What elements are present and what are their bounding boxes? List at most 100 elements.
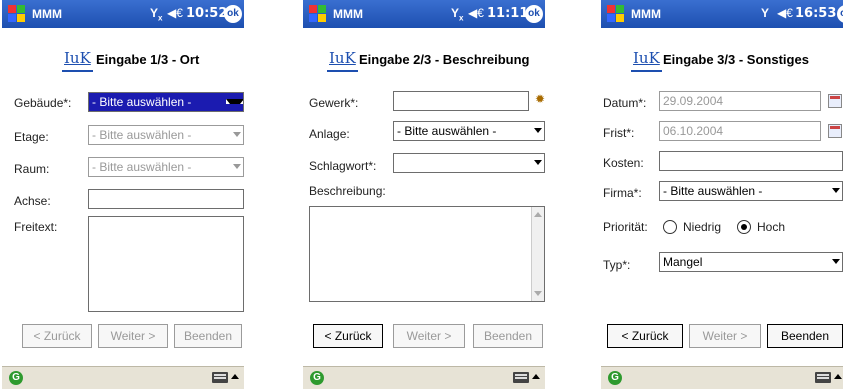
anlage-label: Anlage: <box>309 127 350 141</box>
back-button[interactable]: < Zurück <box>22 324 92 348</box>
typ-value: Mangel <box>663 255 703 269</box>
calendar-icon[interactable] <box>828 94 842 108</box>
ok-button[interactable]: ok <box>525 5 543 23</box>
chevron-down-icon <box>534 128 542 133</box>
niedrig-label[interactable]: Niedrig <box>683 220 721 234</box>
signal-icon[interactable]: Y <box>761 6 769 20</box>
chevron-down-icon <box>534 160 542 165</box>
chevron-down-icon <box>832 259 840 264</box>
ok-button[interactable]: ok <box>224 5 242 23</box>
freitext-textarea[interactable] <box>88 216 244 312</box>
page-header: IuK Eingabe 3/3 - Sonstiges <box>601 48 843 74</box>
hoch-label[interactable]: Hoch <box>757 220 785 234</box>
radio-niedrig[interactable] <box>663 220 677 234</box>
etage-value: - Bitte auswählen - <box>92 128 192 142</box>
iuk-logo: IuK <box>62 48 93 72</box>
menu-bar: G <box>303 366 545 389</box>
volume-icon[interactable]: ◀€ <box>167 6 183 20</box>
beschreibung-label: Beschreibung: <box>309 184 386 198</box>
chevron-down-icon <box>226 99 243 104</box>
chevron-down-icon <box>832 188 840 193</box>
back-button[interactable]: < Zurück <box>607 324 683 348</box>
kosten-input[interactable] <box>659 151 843 171</box>
app-title: MMM <box>631 7 661 21</box>
sip-arrow-icon[interactable] <box>231 374 239 379</box>
title-bar: MMM Y ◀€ 16:53 ok <box>601 0 843 28</box>
scroll-up-icon[interactable] <box>534 212 542 217</box>
screen-ort: MMM Yx ◀€ 10:52 ok IuK Eingabe 1/3 - Ort… <box>2 0 244 389</box>
screen-beschreibung: MMM Yx ◀€ 11:11 ok IuK Eingabe 2/3 - Bes… <box>303 0 545 389</box>
iuk-logo: IuK <box>327 48 358 72</box>
next-button[interactable]: Weiter > <box>98 324 168 348</box>
page-title: Eingabe 1/3 - Ort <box>96 52 200 67</box>
sip-arrow-icon[interactable] <box>532 374 540 379</box>
scrollbar[interactable] <box>531 207 544 301</box>
scroll-down-icon[interactable] <box>534 291 542 296</box>
page-header: IuK Eingabe 2/3 - Beschreibung <box>303 48 545 74</box>
firma-label: Firma*: <box>603 186 642 200</box>
firma-select[interactable]: - Bitte auswählen - <box>659 181 843 201</box>
menu-bar: G <box>2 366 244 389</box>
etage-select[interactable]: - Bitte auswählen - <box>88 125 244 145</box>
keyboard-icon[interactable] <box>212 372 228 383</box>
anlage-select[interactable]: - Bitte auswählen - <box>393 121 545 141</box>
typ-label: Typ*: <box>603 258 631 272</box>
title-bar: MMM Yx ◀€ 11:11 ok <box>303 0 545 28</box>
windows-start-icon[interactable] <box>607 5 625 23</box>
gebaeude-select[interactable]: - Bitte auswählen - <box>88 92 244 112</box>
firma-value: - Bitte auswählen - <box>663 184 763 198</box>
back-button[interactable]: < Zurück <box>313 324 383 348</box>
etage-label: Etage: <box>14 130 49 144</box>
gewerk-input[interactable] <box>393 91 529 111</box>
beschreibung-textarea[interactable] <box>309 206 545 302</box>
chevron-down-icon <box>233 164 241 169</box>
frist-label: Frist*: <box>603 126 635 140</box>
keyboard-icon[interactable] <box>513 372 529 383</box>
signal-icon[interactable]: Yx <box>451 6 463 22</box>
schlagwort-label: Schlagwort*: <box>309 159 377 173</box>
frist-field[interactable]: 06.10.2004 <box>659 121 821 141</box>
gebaeude-value: - Bitte auswählen - <box>92 95 192 109</box>
prioritaet-label: Priorität: <box>603 220 648 234</box>
freitext-label: Freitext: <box>14 220 58 234</box>
start-g-icon[interactable]: G <box>608 371 622 385</box>
clock[interactable]: 11:11 <box>487 6 528 21</box>
achse-input[interactable] <box>88 189 244 209</box>
iuk-logo: IuK <box>631 48 662 72</box>
gear-icon[interactable]: ✹ <box>535 92 545 106</box>
volume-icon[interactable]: ◀€ <box>468 6 484 20</box>
clock[interactable]: 16:53 <box>795 6 836 21</box>
finish-button[interactable]: Beenden <box>473 324 543 348</box>
app-title: MMM <box>333 7 363 21</box>
finish-button[interactable]: Beenden <box>767 324 843 348</box>
finish-button[interactable]: Beenden <box>174 324 242 348</box>
radio-hoch[interactable] <box>737 220 751 234</box>
kosten-label: Kosten: <box>603 156 644 170</box>
volume-icon[interactable]: ◀€ <box>777 6 793 20</box>
gewerk-label: Gewerk*: <box>309 96 359 110</box>
signal-icon[interactable]: Yx <box>150 6 162 22</box>
sip-arrow-icon[interactable] <box>834 374 842 379</box>
app-title: MMM <box>32 7 62 21</box>
schlagwort-select[interactable] <box>393 153 545 173</box>
raum-label: Raum: <box>14 162 50 176</box>
next-button[interactable]: Weiter > <box>393 324 465 348</box>
datum-field[interactable]: 29.09.2004 <box>659 91 821 111</box>
raum-select[interactable]: - Bitte auswählen - <box>88 157 244 177</box>
page-title: Eingabe 2/3 - Beschreibung <box>359 52 530 67</box>
start-g-icon[interactable]: G <box>310 371 324 385</box>
clock[interactable]: 10:52 <box>186 6 227 21</box>
typ-select[interactable]: Mangel <box>659 252 843 272</box>
windows-start-icon[interactable] <box>8 5 26 23</box>
title-bar: MMM Yx ◀€ 10:52 ok <box>2 0 244 28</box>
ok-button[interactable]: ok <box>837 5 843 23</box>
gebaeude-label: Gebäude*: <box>14 96 72 110</box>
keyboard-icon[interactable] <box>815 372 831 383</box>
achse-label: Achse: <box>14 194 51 208</box>
start-g-icon[interactable]: G <box>9 371 23 385</box>
windows-start-icon[interactable] <box>309 5 327 23</box>
calendar-icon[interactable] <box>828 124 842 138</box>
next-button[interactable]: Weiter > <box>689 324 761 348</box>
raum-value: - Bitte auswählen - <box>92 160 192 174</box>
chevron-down-icon <box>233 132 241 137</box>
